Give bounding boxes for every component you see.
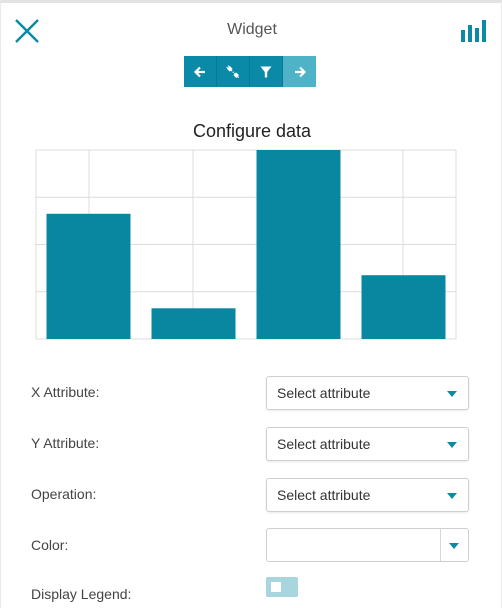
arrow-right-icon xyxy=(294,66,306,77)
wizard-stepper xyxy=(184,56,316,87)
color-picker-divider xyxy=(440,529,441,561)
operation-value: Select attribute xyxy=(277,487,371,503)
page-title: Widget xyxy=(227,21,277,38)
color-label: Color: xyxy=(31,537,69,553)
chevron-down-icon xyxy=(447,493,457,499)
section-title: Configure data xyxy=(192,121,312,141)
chart-bar xyxy=(46,213,131,339)
y-attribute-select[interactable]: Select attribute xyxy=(266,427,469,461)
operation-select[interactable]: Select attribute xyxy=(266,478,469,512)
next-step-button[interactable] xyxy=(283,56,316,87)
chevron-down-icon xyxy=(447,391,457,397)
y-attribute-label: Y Attribute: xyxy=(31,435,100,451)
filter-step-button[interactable] xyxy=(250,56,283,87)
x-attribute-label: X Attribute: xyxy=(31,384,100,400)
display-legend-label: Display Legend: xyxy=(31,586,132,602)
back-step-button[interactable] xyxy=(184,56,217,87)
chart-bar xyxy=(361,275,446,339)
x-attribute-value: Select attribute xyxy=(277,385,371,401)
color-picker[interactable] xyxy=(266,528,469,562)
chart-bar xyxy=(151,308,236,339)
arrow-left-icon xyxy=(193,66,205,77)
plug-icon xyxy=(226,64,240,78)
toggle-knob xyxy=(271,582,281,592)
chevron-down-icon xyxy=(447,442,457,448)
x-attribute-select[interactable]: Select attribute xyxy=(266,376,469,410)
operation-label: Operation: xyxy=(31,486,97,502)
widget-panel: Widget Configure data X Attribute: Selec… xyxy=(0,0,502,608)
y-attribute-value: Select attribute xyxy=(277,436,371,452)
connect-step-button[interactable] xyxy=(217,56,250,87)
chevron-down-icon xyxy=(449,543,459,549)
chart-bar xyxy=(256,150,341,339)
display-legend-toggle[interactable] xyxy=(266,577,298,597)
bar-chart-icon[interactable] xyxy=(459,17,487,45)
filter-icon xyxy=(260,66,272,77)
bar-chart xyxy=(35,149,457,340)
